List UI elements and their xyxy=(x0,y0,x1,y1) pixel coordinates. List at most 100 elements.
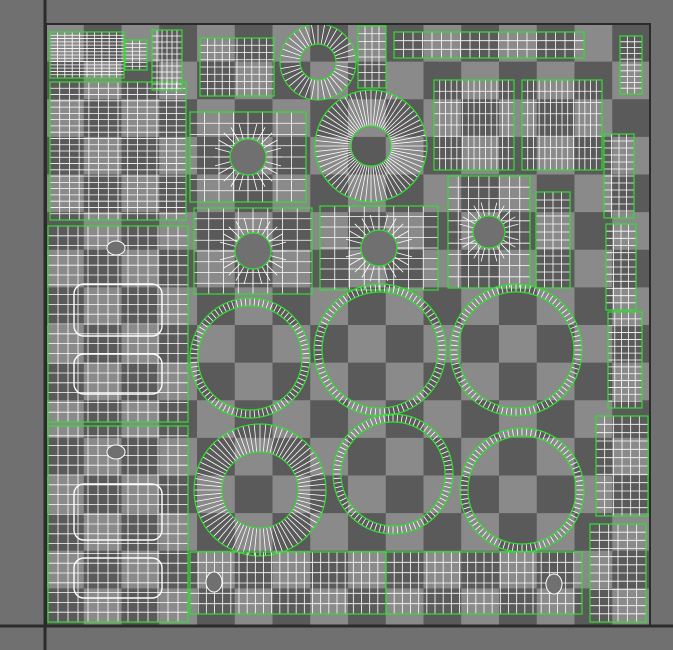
checker-tile xyxy=(499,136,538,175)
uv-hole-seam xyxy=(234,232,272,270)
uv-island-top-left-block[interactable] xyxy=(49,31,125,79)
checker-tile xyxy=(121,588,160,626)
checker-tile xyxy=(536,99,575,138)
checker-tile xyxy=(574,24,613,62)
checker-tile xyxy=(197,99,236,138)
checker-tile xyxy=(423,212,462,251)
checker-tile xyxy=(461,136,500,175)
checker-tile xyxy=(385,362,424,401)
checker-tile xyxy=(310,513,349,552)
checker-tile xyxy=(461,249,500,288)
checker-tile xyxy=(197,287,236,326)
uv-band-hole xyxy=(205,571,223,593)
checker-tile xyxy=(272,249,311,288)
checker-tile xyxy=(385,325,424,363)
checker-tile xyxy=(385,588,424,626)
checker-tile xyxy=(310,588,349,626)
checker-tile xyxy=(574,99,613,138)
checker-tile xyxy=(121,513,160,552)
checker-tile xyxy=(385,24,424,62)
checker-tile xyxy=(46,99,85,138)
checker-tile xyxy=(159,61,198,100)
checker-tile xyxy=(423,588,462,626)
checker-tile xyxy=(121,136,160,175)
checker-tile xyxy=(499,174,538,213)
checker-tile xyxy=(234,475,273,514)
checker-tile xyxy=(234,588,273,626)
checker-tile xyxy=(46,174,85,213)
uv-island-top-strip[interactable] xyxy=(393,31,585,59)
checker-tile xyxy=(83,24,122,62)
checker-tile xyxy=(310,212,349,251)
checker-tile xyxy=(83,174,122,213)
checker-tile xyxy=(499,99,538,138)
checker-tile xyxy=(423,400,462,439)
checker-tile xyxy=(499,362,538,401)
checker-tile xyxy=(121,212,160,251)
checker-tile xyxy=(121,437,160,476)
checker-tile xyxy=(536,136,575,175)
uv-frame-hole xyxy=(106,444,126,460)
checker-tile xyxy=(348,325,387,363)
checker-tile xyxy=(83,287,122,326)
checker-tile xyxy=(461,174,500,213)
checker-tile xyxy=(121,174,160,213)
checker-tile xyxy=(612,325,650,363)
checker-tile xyxy=(536,400,575,439)
checker-tile xyxy=(536,475,575,514)
checker-tile xyxy=(83,61,122,100)
checker-tile xyxy=(574,325,613,363)
checker-tile xyxy=(121,61,160,100)
checker-tile xyxy=(536,362,575,401)
checker-tile xyxy=(612,287,650,326)
checker-tile xyxy=(83,99,122,138)
checker-tile xyxy=(197,588,236,626)
checker-tile xyxy=(574,249,613,288)
checker-tile xyxy=(423,174,462,213)
checker-tile xyxy=(83,136,122,175)
checker-tile xyxy=(159,136,198,175)
checker-tile xyxy=(348,362,387,401)
checker-tile xyxy=(234,24,273,62)
checker-tile xyxy=(423,99,462,138)
checker-tile xyxy=(423,136,462,175)
checker-tile xyxy=(461,325,500,363)
checker-tile xyxy=(197,249,236,288)
checker-tile xyxy=(121,362,160,401)
checker-tile xyxy=(536,212,575,251)
checker-tile xyxy=(272,287,311,326)
checker-tile xyxy=(159,99,198,138)
checker-tile xyxy=(83,513,122,552)
uv-island-left-frame-upper[interactable] xyxy=(47,225,189,423)
uv-frame-hole xyxy=(106,240,126,256)
checker-tile xyxy=(310,400,349,439)
uv-band-hole xyxy=(545,573,563,595)
uv-hole-seam xyxy=(229,138,267,176)
checker-tile xyxy=(234,174,273,213)
checker-tile xyxy=(197,513,236,552)
checker-tile xyxy=(159,174,198,213)
checker-tile xyxy=(197,325,236,363)
checker-tile xyxy=(499,588,538,626)
uv-hole-seam xyxy=(472,215,506,249)
checker-tile xyxy=(197,136,236,175)
checker-tile xyxy=(499,475,538,514)
checker-tile xyxy=(83,588,122,626)
checker-tile xyxy=(121,400,160,439)
checker-tile xyxy=(234,362,273,401)
checker-tile xyxy=(121,287,160,326)
checker-tile xyxy=(423,24,462,62)
uv-editor-viewport[interactable] xyxy=(0,0,673,650)
checker-tile xyxy=(612,249,650,288)
checker-tile xyxy=(234,325,273,363)
checker-tile xyxy=(536,174,575,213)
checker-tile xyxy=(272,61,311,100)
checker-tile xyxy=(612,24,650,62)
uv-canvas[interactable] xyxy=(0,0,673,650)
checker-tile xyxy=(461,99,500,138)
checker-texture xyxy=(46,24,650,626)
checker-tile xyxy=(536,325,575,363)
checker-tile xyxy=(461,24,500,62)
checker-tile xyxy=(348,24,387,62)
checker-tile xyxy=(574,362,613,401)
